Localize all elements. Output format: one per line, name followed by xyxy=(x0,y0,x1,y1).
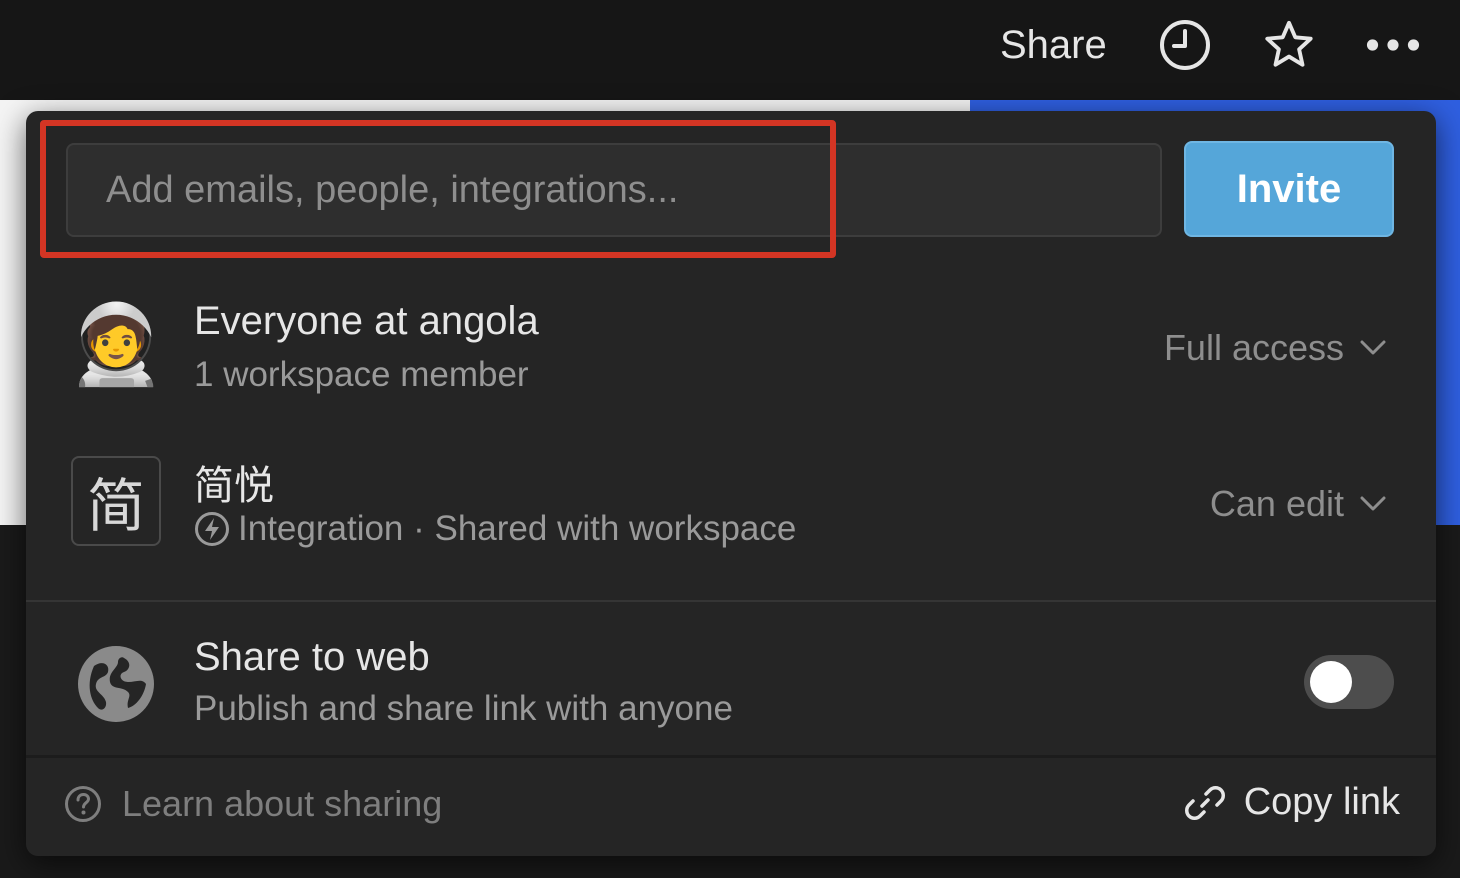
member-subtitle: Integration · Shared with workspace xyxy=(194,509,796,549)
invite-button[interactable]: Invite xyxy=(1184,141,1394,237)
share-to-web-title: Share to web xyxy=(194,635,430,679)
access-level-label: Can edit xyxy=(1209,483,1344,524)
member-name: Everyone at angola xyxy=(194,299,539,343)
access-dropdown-can-edit[interactable]: Can edit xyxy=(1210,483,1386,525)
clock-icon[interactable] xyxy=(1158,18,1212,72)
copy-link-label: Copy link xyxy=(1243,781,1400,823)
link-icon xyxy=(1184,785,1225,820)
share-footer: Learn about sharing Copy link xyxy=(26,759,1436,856)
divider xyxy=(26,600,1436,602)
share-panel: Invite 🧑‍🚀 Everyone at angola 1 workspac… xyxy=(26,111,1436,856)
top-bar: Share xyxy=(0,0,1460,100)
member-subtitle-text: 1 workspace member xyxy=(194,355,529,394)
share-to-web-row: Share to web Publish and share link with… xyxy=(26,619,1436,749)
member-row-workspace: 🧑‍🚀 Everyone at angola 1 workspace membe… xyxy=(26,283,1436,413)
footer-divider xyxy=(26,755,1436,758)
learn-about-sharing-link[interactable]: Learn about sharing xyxy=(64,783,442,825)
chevron-down-icon xyxy=(1360,340,1386,355)
star-icon[interactable] xyxy=(1262,18,1316,72)
more-horizontal-icon[interactable] xyxy=(1366,18,1420,72)
help-circle-icon xyxy=(65,786,101,822)
lightning-icon xyxy=(195,512,229,546)
toggle-knob xyxy=(1310,661,1352,703)
astronaut-avatar: 🧑‍🚀 xyxy=(67,300,165,388)
share-to-web-toggle[interactable] xyxy=(1304,655,1394,709)
member-subtitle: 1 workspace member xyxy=(194,355,529,395)
globe-icon xyxy=(71,639,161,729)
access-dropdown-full-access[interactable]: Full access xyxy=(1164,327,1386,369)
member-row-integration: 简 简悦 Integration · Shared with workspace… xyxy=(26,439,1436,569)
copy-link-button[interactable]: Copy link xyxy=(1184,781,1400,824)
learn-about-sharing-label: Learn about sharing xyxy=(122,783,443,824)
share-button[interactable]: Share xyxy=(1000,20,1107,70)
member-name: 简悦 xyxy=(194,464,274,508)
access-level-label: Full access xyxy=(1163,327,1344,368)
share-to-web-subtitle: Publish and share link with anyone xyxy=(194,689,733,729)
member-subtitle-text: Integration · Shared with workspace xyxy=(238,509,797,548)
invite-email-input[interactable] xyxy=(66,143,1162,237)
integration-avatar: 简 xyxy=(71,456,161,546)
chevron-down-icon xyxy=(1360,496,1386,511)
invite-row: Invite xyxy=(26,111,1436,261)
share-to-web-subtitle-text: Publish and share link with anyone xyxy=(194,689,733,728)
